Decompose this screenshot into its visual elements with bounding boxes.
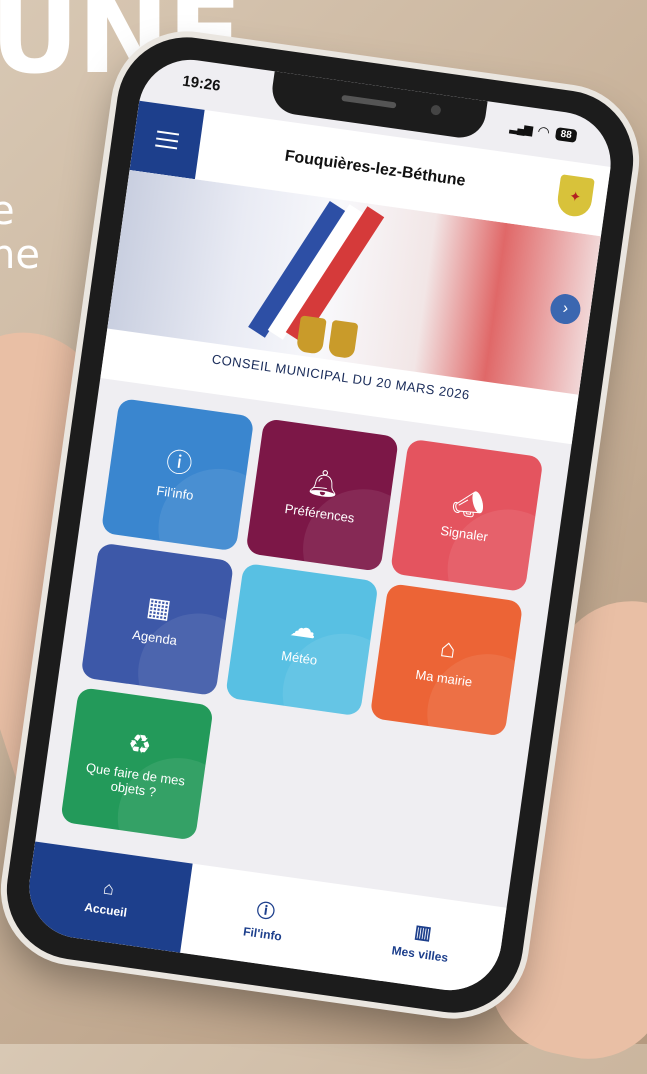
wifi-icon: ◠ (536, 122, 551, 141)
hamburger-line (155, 144, 178, 150)
chevron-right-icon: › (561, 299, 570, 318)
signal-icon: ▂▄▆ (509, 121, 533, 137)
nav-accueil[interactable]: ⌂ Accueil (22, 841, 193, 953)
town-crest-logo: ✦ (555, 174, 595, 219)
tile-label: Ma mairie (414, 666, 474, 690)
tile-label: Préférences (283, 500, 356, 526)
tile-signaler[interactable]: 📣︎ Signaler (389, 438, 544, 593)
nav-mes-villes[interactable]: ▥ Mes villes (337, 886, 507, 997)
megaphone-icon: 📣︎ (450, 485, 487, 521)
hamburger-line (156, 137, 179, 143)
tile-ma-mairie[interactable]: ⌂ Ma mairie (369, 583, 524, 737)
tile-label: Météo (280, 647, 319, 668)
front-camera (430, 104, 442, 116)
speaker-grille (341, 94, 397, 109)
calendar-icon: ▦ (144, 590, 174, 624)
tile-meteo[interactable]: ☁︎ Météo (225, 562, 379, 717)
app-screen: 19:26 ▂▄▆ ◠ 88 Fouquières-lez-Béthune ✦ (22, 53, 618, 997)
background-text-line2: ne (0, 232, 40, 278)
tile-fil-info[interactable]: ⓘ Fil'info (100, 397, 255, 552)
recycle-hand-icon: ♻︎ (126, 727, 154, 761)
nav-label: Mes villes (390, 942, 450, 965)
town-hall-icon: ⌂ (438, 631, 459, 664)
status-indicators: ▂▄▆ ◠ 88 (509, 119, 578, 145)
tile-label: Fil'info (155, 482, 195, 503)
info-icon: ⓘ (255, 900, 277, 923)
battery-indicator: 88 (554, 127, 578, 143)
status-time: 19:26 (181, 72, 222, 95)
tile-label: Agenda (131, 626, 179, 648)
nav-fil-info[interactable]: ⓘ Fil'info (180, 864, 350, 975)
background-text-line1: e (0, 188, 15, 234)
feature-tiles-grid: ⓘ Fil'info 🔔︎ Préférences 📣︎ Signaler ▦ … (60, 397, 545, 882)
bell-icon: 🔔︎ (305, 465, 343, 500)
nav-label: Accueil (83, 899, 128, 920)
menu-button[interactable] (129, 100, 205, 180)
tile-agenda[interactable]: ▦ Agenda (80, 542, 235, 697)
hamburger-line (157, 130, 180, 136)
tile-label: Signaler (439, 522, 489, 544)
tile-preferences[interactable]: 🔔︎ Préférences (245, 418, 399, 572)
tile-label: Que faire de mes objets ? (85, 759, 186, 800)
home-icon: ⌂ (102, 876, 116, 899)
buildings-icon: ▥ (413, 920, 433, 943)
weather-icon: ☁︎ (288, 610, 319, 644)
tile-que-faire-objets[interactable]: ♻︎ Que faire de mes objets ? (60, 687, 214, 841)
nav-label: Fil'info (242, 924, 283, 944)
info-icon: ⓘ (164, 445, 195, 479)
